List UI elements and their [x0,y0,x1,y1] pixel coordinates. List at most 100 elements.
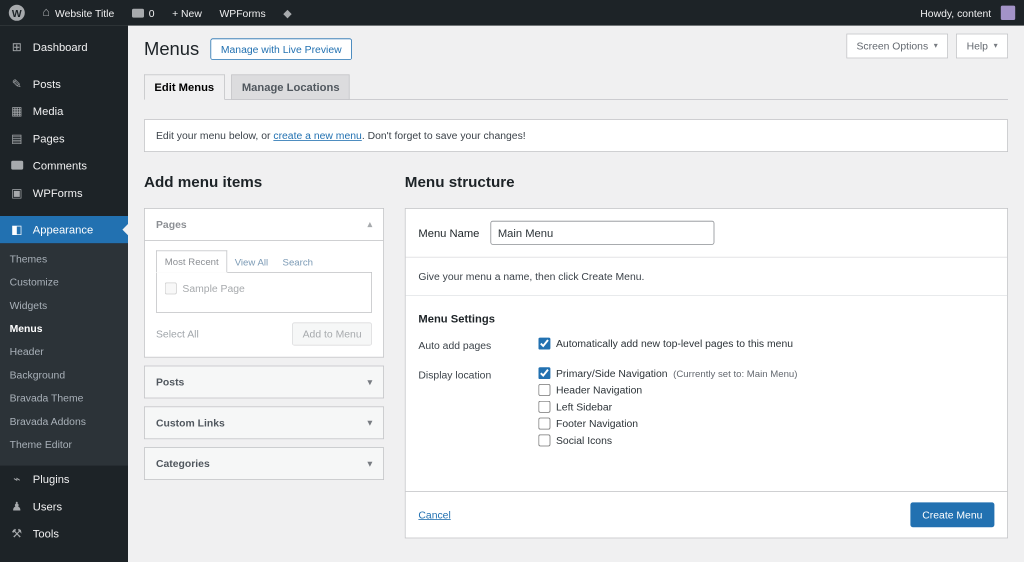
select-all-link[interactable]: Select All [156,328,199,340]
sidebar-item-tools[interactable]: ⚒ Tools [0,520,128,547]
chevron-down-icon: ▾ [993,41,998,51]
columns: Add menu items Pages ▴ Most Recent View … [144,152,1008,539]
tab-search[interactable]: Search [275,252,320,273]
admin-bar-right: Howdy, content [911,0,1024,26]
sidebar-item-comments[interactable]: Comments [0,152,128,179]
submenu-item-theme-editor[interactable]: Theme Editor [0,433,128,456]
wpforms-admin-bar-link[interactable]: WPForms [211,0,275,26]
users-icon: ♟ [11,499,23,514]
pages-panel-tabs: Most Recent View All Search [156,250,372,273]
wpforms-gem-link[interactable]: ◆ [274,0,300,26]
location-option-note: (Currently set to: Main Menu) [673,367,798,379]
add-menu-items-heading: Add menu items [144,174,263,192]
sidebar: ⊞ Dashboard ✎ Posts ▦ Media ▤ Pages Comm… [0,25,128,562]
tab-view-all[interactable]: View All [227,252,275,273]
tab-edit-menus[interactable]: Edit Menus [144,74,225,100]
footer-navigation-checkbox[interactable] [538,417,551,430]
notice-text-after: . Don't forget to save your changes! [361,129,526,142]
comments-link[interactable]: 0 [123,0,163,26]
menu-settings-section: Menu Settings Auto add pages Automatical… [405,295,1008,491]
submenu-item-themes[interactable]: Themes [0,247,128,270]
auto-add-pages-option[interactable]: Automatically add new top-level pages to… [538,337,794,350]
admin-bar-left: W ⌂ Website Title 0 + New WPForms ◆ [0,0,301,26]
tab-most-recent[interactable]: Most Recent [156,250,228,273]
submenu-item-menus[interactable]: Menus [0,317,128,340]
pages-panel-header[interactable]: Pages ▴ [144,209,384,241]
categories-panel-header[interactable]: Categories ▾ [144,447,384,480]
submenu-item-bravada-theme[interactable]: Bravada Theme [0,386,128,409]
media-icon: ▦ [11,104,23,118]
menu-name-input[interactable] [490,220,715,245]
comments-icon [9,160,25,172]
howdy-account-menu[interactable]: Howdy, content [911,0,1024,26]
pages-icon: ▤ [11,131,23,146]
chevron-down-icon: ▾ [367,377,372,388]
appearance-icon: ◧ [11,222,23,237]
sidebar-item-pages[interactable]: ▤ Pages [0,125,128,152]
structure-box-footer: Cancel Create Menu [405,491,1008,537]
primary-navigation-checkbox[interactable] [538,367,551,380]
tab-manage-locations[interactable]: Manage Locations [231,74,350,100]
wordpress-logo-menu[interactable]: W [0,0,34,26]
menu-settings-heading: Menu Settings [418,312,495,325]
screen-options-button[interactable]: Screen Options ▾ [846,33,949,59]
howdy-label: Howdy, content [920,6,992,19]
location-option-footer[interactable]: Footer Navigation [538,417,797,430]
notice: Edit your menu below, or create a new me… [144,119,1008,152]
wordpress-logo-icon: W [8,4,25,21]
submenu-item-header[interactable]: Header [0,340,128,363]
wordpress-admin: W ⌂ Website Title 0 + New WPForms ◆ Howd… [0,0,1024,562]
auto-add-pages-checkbox[interactable] [538,337,551,350]
sidebar-item-label: Pages [32,132,65,145]
new-content-menu[interactable]: + New [163,0,210,26]
sidebar-item-appearance[interactable]: ◧ Appearance [0,216,128,244]
location-option-primary[interactable]: Primary/Side Navigation (Currently set t… [538,367,798,380]
posts-panel-title: Posts [156,376,185,388]
location-option-header[interactable]: Header Navigation [538,384,797,396]
custom-links-panel-header[interactable]: Custom Links ▾ [144,406,384,440]
sidebar-item-label: Tools [32,527,59,540]
sidebar-item-dashboard[interactable]: ⊞ Dashboard [0,34,128,61]
sample-page-checkbox[interactable] [164,282,177,295]
sidebar-item-label: Appearance [32,223,94,236]
custom-links-panel-title: Custom Links [156,416,225,429]
submenu-item-bravada-addons[interactable]: Bravada Addons [0,410,128,433]
auto-add-pages-option-label: Automatically add new top-level pages to… [556,337,794,350]
screen-options-label: Screen Options [856,40,929,52]
chevron-down-icon: ▾ [367,459,372,469]
chevron-up-icon: ▴ [367,220,372,230]
pages-checklist: Sample Page [156,272,372,313]
sample-page-label: Sample Page [182,282,245,295]
pages-panel-title: Pages [156,218,187,231]
manage-live-preview-button[interactable]: Manage with Live Preview [210,38,353,60]
add-menu-items-column: Add menu items Pages ▴ Most Recent View … [144,152,384,538]
menu-separator [0,206,128,216]
sidebar-item-users[interactable]: ♟ Users [0,493,128,520]
add-to-menu-button[interactable]: Add to Menu [292,322,372,346]
location-option-left-sidebar[interactable]: Left Sidebar [538,400,797,413]
submenu-item-background[interactable]: Background [0,363,128,386]
create-new-menu-link[interactable]: create a new menu [273,130,361,142]
submenu-item-customize[interactable]: Customize [0,270,128,293]
screen-meta: Screen Options ▾ Help ▾ [846,33,1008,59]
sidebar-item-posts[interactable]: ✎ Posts [0,70,128,97]
submenu-item-widgets[interactable]: Widgets [0,294,128,317]
plugins-icon: ⌁ [13,472,21,486]
help-button[interactable]: Help ▾ [956,33,1008,59]
location-option-social[interactable]: Social Icons [538,434,797,447]
sidebar-item-plugins[interactable]: ⌁ Plugins [0,466,128,493]
create-menu-button[interactable]: Create Menu [910,502,995,528]
list-item-sample-page[interactable]: Sample Page [164,282,363,295]
categories-panel-title: Categories [156,457,210,470]
sidebar-item-label: Plugins [32,472,70,486]
page-title: Menus [144,38,200,60]
cancel-link[interactable]: Cancel [418,509,450,521]
menu-structure-column: Menu structure Menu Name Give your menu … [404,152,1008,539]
posts-panel-header[interactable]: Posts ▾ [144,365,384,399]
site-name-link[interactable]: ⌂ Website Title [34,0,123,26]
left-sidebar-checkbox[interactable] [538,400,551,413]
sidebar-item-media[interactable]: ▦ Media [0,98,128,125]
social-icons-checkbox[interactable] [538,434,551,447]
header-navigation-checkbox[interactable] [538,384,551,396]
sidebar-item-wpforms[interactable]: ▣ WPForms [0,179,128,206]
